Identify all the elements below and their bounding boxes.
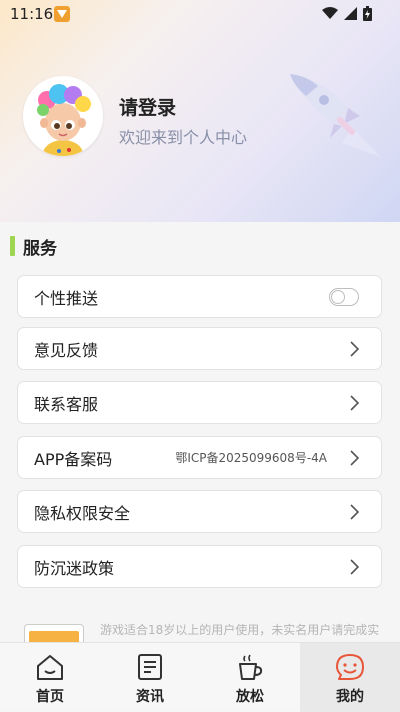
chevron-right-icon	[350, 559, 359, 575]
chevron-right-icon	[350, 341, 359, 357]
chevron-right-icon	[350, 450, 359, 466]
tab-label: 资讯	[136, 689, 164, 705]
smile-icon	[336, 654, 364, 680]
login-title[interactable]: 请登录	[119, 93, 176, 120]
status-bar: 11:16	[0, 0, 400, 28]
tab-news[interactable]: 资讯	[100, 643, 200, 712]
age-notice-text: 游戏适合18岁以上的用户使用，未实名用户请完成实名认证，实名条件未成年用户会根据…	[100, 623, 380, 637]
news-icon	[138, 654, 162, 680]
row-label: 隐私权限安全	[34, 503, 131, 523]
tab-home[interactable]: 首页	[0, 643, 100, 712]
chevron-right-icon	[350, 504, 359, 520]
cup-icon	[239, 654, 263, 680]
filing-number: 鄂ICP备2025099608号-4A	[175, 451, 327, 465]
app-filing-row[interactable]: APP备案码 鄂ICP备2025099608号-4A	[17, 436, 382, 479]
row-label: 意见反馈	[34, 340, 99, 360]
feedback-row[interactable]: 意见反馈	[17, 327, 382, 370]
age-rating-badge	[29, 631, 79, 642]
section-accent-bar	[10, 236, 15, 256]
app-notification-icon	[54, 6, 70, 22]
age-rating-icon	[24, 624, 84, 642]
rocket-decoration-icon	[290, 74, 382, 158]
signal-icon	[344, 7, 357, 20]
tab-mine[interactable]: 我的	[300, 643, 400, 712]
customer-service-row[interactable]: 联系客服	[17, 381, 382, 424]
tab-label: 首页	[36, 689, 64, 705]
anti-addiction-row[interactable]: 防沉迷政策	[17, 545, 382, 588]
profile-header: 11:16 请登录 欢迎来到个人中心	[0, 0, 400, 225]
tab-label: 我的	[336, 689, 364, 705]
toggle-knob	[331, 290, 345, 304]
privacy-security-row[interactable]: 隐私权限安全	[17, 490, 382, 533]
row-label: 防沉迷政策	[34, 558, 115, 578]
tab-label: 放松	[236, 689, 264, 705]
tab-relax[interactable]: 放松	[200, 643, 300, 712]
row-label: 联系客服	[34, 394, 99, 414]
section-header: 服务	[10, 235, 57, 259]
push-setting-row[interactable]: 个性推送	[17, 275, 382, 318]
section-title: 服务	[23, 238, 57, 259]
bottom-tab-bar: 首页 资讯 放松 我的	[0, 642, 400, 712]
row-label: 个性推送	[34, 288, 99, 308]
avatar[interactable]	[23, 76, 103, 156]
status-time: 11:16	[10, 5, 54, 23]
row-label: APP备案码	[34, 449, 113, 469]
wifi-icon	[322, 7, 338, 19]
push-toggle[interactable]	[329, 288, 359, 306]
welcome-subtitle: 欢迎来到个人中心	[119, 128, 248, 147]
battery-icon	[363, 6, 372, 21]
cartoon-avatar-icon	[37, 84, 91, 156]
age-notice: 游戏适合18岁以上的用户使用，未实名用户请完成实名认证，实名条件未成年用户会根据…	[0, 612, 400, 642]
chevron-right-icon	[350, 395, 359, 411]
home-icon	[37, 655, 63, 680]
